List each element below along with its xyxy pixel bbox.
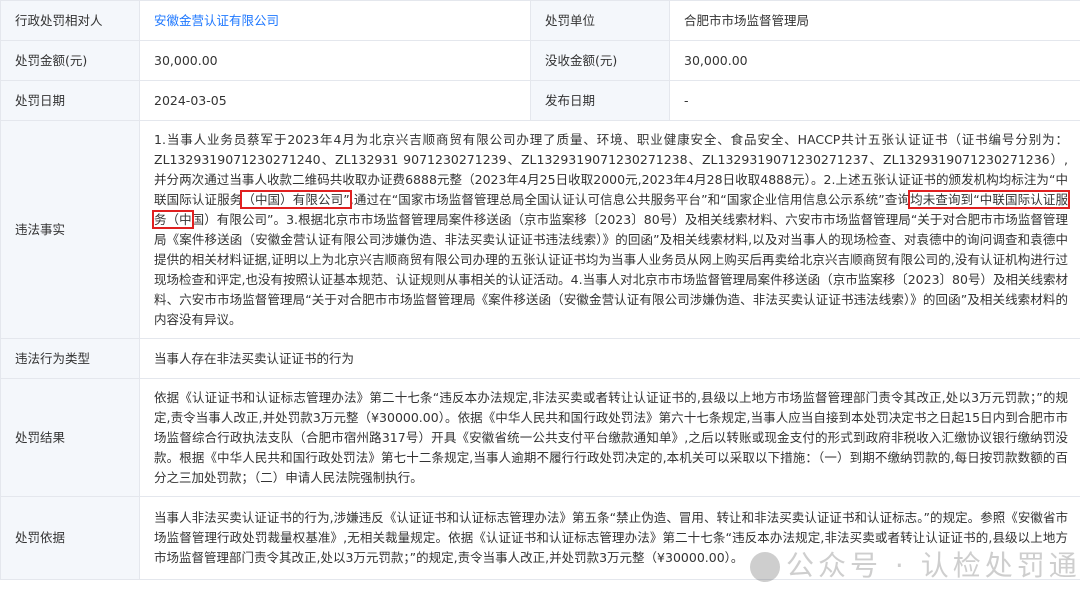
label-basis: 处罚依据 <box>0 496 140 580</box>
value-result: 依据《认证证书和认证标志管理办法》第二十七条“违反本办法规定,非法买卖或者转让认… <box>139 378 1080 497</box>
row-dates: 处罚日期 2024-03-05 发布日期 - <box>0 80 1080 121</box>
label-penalty-authority: 处罚单位 <box>530 0 670 41</box>
value-violation-type: 当事人存在非法买卖认证证书的行为 <box>139 338 1080 379</box>
row-penalized-party: 行政处罚相对人 安徽金营认证有限公司 处罚单位 合肥市市场监督管理局 <box>0 0 1080 41</box>
row-violation-type: 违法行为类型 当事人存在非法买卖认证证书的行为 <box>0 338 1080 379</box>
row-amount: 处罚金额(元) 30,000.00 没收金额(元) 30,000.00 <box>0 40 1080 81</box>
facts-highlight-1: （中国）有限公司” <box>240 189 352 209</box>
value-penalized-party: 安徽金营认证有限公司 <box>139 0 531 41</box>
label-penalized-party: 行政处罚相对人 <box>0 0 140 41</box>
label-facts: 违法事实 <box>0 120 140 339</box>
row-basis: 处罚依据 当事人非法买卖认证证书的行为,涉嫌违反《认证证书和认证标志管理办法》第… <box>0 496 1080 580</box>
value-facts: 1.当事人业务员蔡军于2023年4月为北京兴吉顺商贸有限公司办理了质量、环境、职… <box>139 120 1080 339</box>
label-publish-date: 发布日期 <box>530 80 670 121</box>
label-violation-type: 违法行为类型 <box>0 338 140 379</box>
value-penalty-authority: 合肥市市场监督管理局 <box>669 0 1080 41</box>
label-result: 处罚结果 <box>0 378 140 497</box>
facts-text-3: 国）有限公司”。3.根据北京市市场监督管理局案件移送函（京市监案移〔2023〕8… <box>154 211 1068 327</box>
facts-text-2: ,通过在“国家市场监督管理总局全国认证认可信息公共服务平台”和“国家企业信用信息… <box>349 191 911 207</box>
value-basis: 当事人非法买卖认证证书的行为,涉嫌违反《认证证书和认证标志管理办法》第五条“禁止… <box>139 496 1080 580</box>
penalty-detail-table: 行政处罚相对人 安徽金营认证有限公司 处罚单位 合肥市市场监督管理局 处罚金额(… <box>0 0 1080 580</box>
label-penalty-date: 处罚日期 <box>0 80 140 121</box>
row-facts: 违法事实 1.当事人业务员蔡军于2023年4月为北京兴吉顺商贸有限公司办理了质量… <box>0 120 1080 339</box>
value-confiscated-amount: 30,000.00 <box>669 40 1080 81</box>
label-penalty-amount: 处罚金额(元) <box>0 40 140 81</box>
value-publish-date: - <box>669 80 1080 121</box>
value-penalty-date: 2024-03-05 <box>139 80 531 121</box>
label-confiscated-amount: 没收金额(元) <box>530 40 670 81</box>
row-result: 处罚结果 依据《认证证书和认证标志管理办法》第二十七条“违反本办法规定,非法买卖… <box>0 378 1080 497</box>
company-link[interactable]: 安徽金营认证有限公司 <box>154 13 279 28</box>
value-penalty-amount: 30,000.00 <box>139 40 531 81</box>
